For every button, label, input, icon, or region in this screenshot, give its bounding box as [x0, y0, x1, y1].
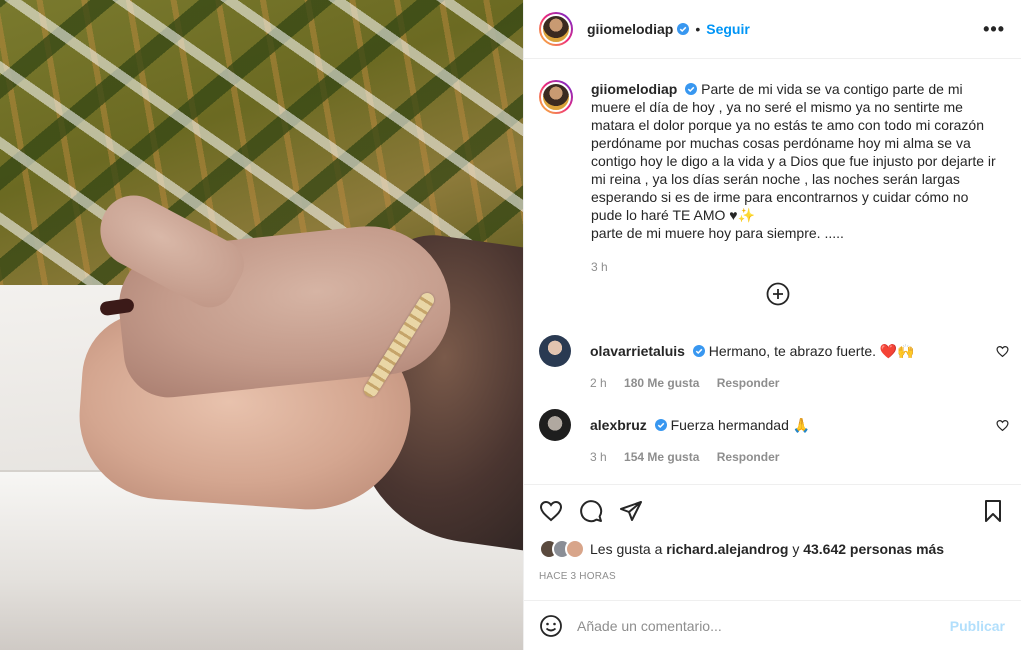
likes-text: Les gusta a richard.alejandrog y 43.642 … — [590, 541, 944, 557]
heart-icon[interactable] — [996, 419, 1009, 432]
comment-text: Fuerza hermandad 🙏 — [670, 417, 811, 433]
emoji-icon[interactable] — [539, 614, 563, 638]
comment-likes[interactable]: 154 Me gusta — [624, 450, 699, 464]
reply-button[interactable]: Responder — [717, 450, 780, 464]
verified-badge-icon — [677, 23, 690, 35]
caption: giiomelodiap Parte de mi vida se va cont… — [539, 80, 1005, 276]
author-avatar[interactable] — [539, 12, 573, 46]
add-comment-bar: Publicar — [524, 600, 1021, 650]
comment-username[interactable]: alexbruz — [590, 417, 647, 433]
verified-badge-icon — [685, 83, 698, 95]
verified-badge-icon — [692, 345, 705, 357]
comment-username[interactable]: olavarrietaluis — [590, 343, 685, 359]
comments-section: giiomelodiap Parte de mi vida se va cont… — [524, 60, 1021, 484]
action-icons — [539, 497, 1005, 525]
reply-button[interactable]: Responder — [717, 376, 780, 390]
commenter-avatar[interactable] — [539, 335, 571, 367]
more-options-icon[interactable]: ••• — [983, 19, 1005, 40]
comment-time[interactable]: 2 h — [590, 376, 607, 390]
comment-item: olavarrietaluis Hermano, te abrazo fuert… — [539, 335, 1009, 392]
caption-text: Parte de mi vida se va contigo parte de … — [591, 81, 996, 223]
heart-icon[interactable] — [996, 345, 1009, 358]
publish-button[interactable]: Publicar — [950, 618, 1005, 634]
post-header: giiomelodiap • Seguir ••• — [524, 0, 1021, 59]
likes-prefix: Les gusta a — [590, 541, 667, 557]
caption-username[interactable]: giiomelodiap — [591, 81, 677, 97]
load-more-comments-icon[interactable] — [766, 282, 790, 306]
comment-body: alexbruz Fuerza hermandad 🙏 3 h 154 Me g… — [590, 409, 810, 466]
comment-bubble-icon[interactable] — [579, 499, 603, 523]
comment-body: olavarrietaluis Hermano, te abrazo fuert… — [590, 335, 915, 392]
likes-middle: y — [788, 541, 804, 557]
like-heart-icon[interactable] — [539, 499, 563, 523]
comment-text: Hermano, te abrazo fuerte. ❤️🙌 — [708, 343, 915, 359]
commenter-avatar[interactable] — [539, 409, 571, 441]
bookmark-icon[interactable] — [981, 499, 1005, 523]
comment-meta: 3 h 154 Me gusta Responder — [590, 448, 810, 466]
comment-likes[interactable]: 180 Me gusta — [624, 376, 699, 390]
caption-avatar[interactable] — [539, 80, 573, 114]
follow-button[interactable]: Seguir — [706, 21, 750, 37]
post-actions: Les gusta a richard.alejandrog y 43.642 … — [524, 484, 1021, 600]
separator-dot: • — [695, 21, 701, 37]
post-photo[interactable] — [0, 0, 523, 650]
instagram-post: giiomelodiap • Seguir ••• giiomelodiap P… — [0, 0, 1021, 650]
caption-time[interactable]: 3 h — [591, 258, 1001, 276]
comment-input[interactable] — [577, 617, 950, 634]
caption-text-2: parte de mi muere hoy para siempre. ....… — [591, 225, 844, 241]
share-paper-plane-icon[interactable] — [619, 499, 643, 523]
comment-time[interactable]: 3 h — [590, 450, 607, 464]
liker-username[interactable]: richard.alejandrog — [666, 541, 788, 557]
author-username[interactable]: giiomelodiap — [587, 21, 673, 37]
liker-avatar[interactable] — [565, 539, 585, 559]
post-timestamp[interactable]: HACE 3 HORAS — [539, 571, 1005, 582]
likes-summary: Les gusta a richard.alejandrog y 43.642 … — [539, 539, 1005, 559]
verified-badge-icon — [654, 419, 667, 431]
comment-meta: 2 h 180 Me gusta Responder — [590, 374, 915, 392]
caption-body: giiomelodiap Parte de mi vida se va cont… — [591, 80, 1001, 276]
likes-count[interactable]: 43.642 personas más — [803, 541, 944, 557]
post-sidebar: giiomelodiap • Seguir ••• giiomelodiap P… — [523, 0, 1021, 650]
comment-item: alexbruz Fuerza hermandad 🙏 3 h 154 Me g… — [539, 409, 1009, 466]
